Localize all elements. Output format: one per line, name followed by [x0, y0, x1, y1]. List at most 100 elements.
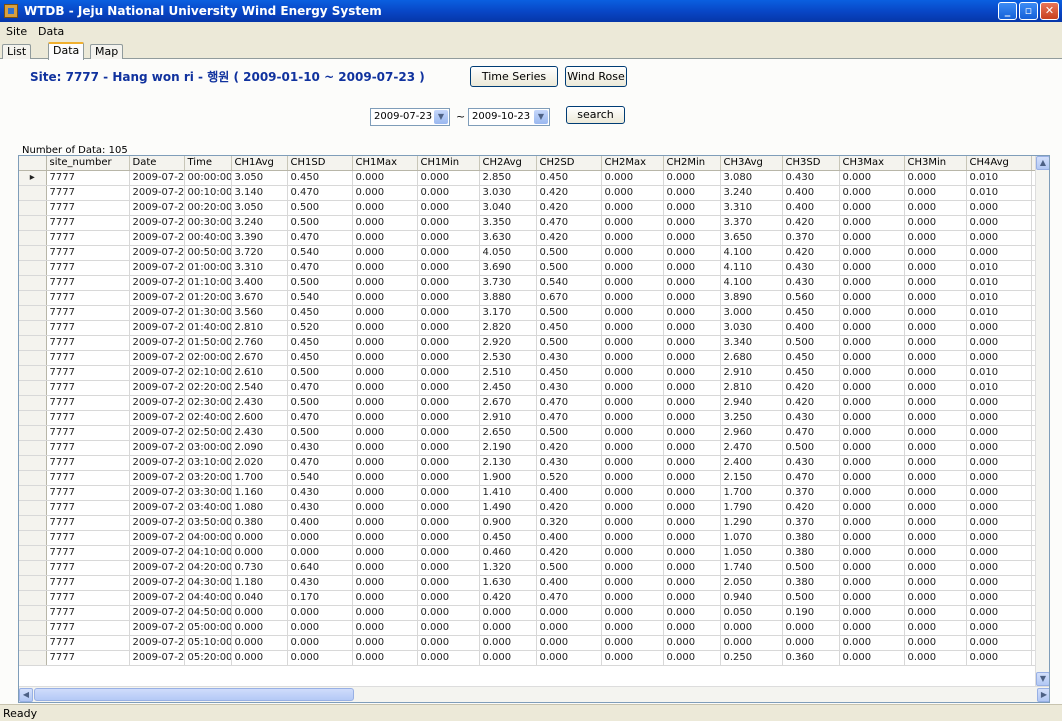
- table-cell[interactable]: 0.450: [287, 335, 353, 351]
- table-cell[interactable]: 0.190: [782, 605, 840, 621]
- table-cell[interactable]: 0.000: [231, 545, 288, 561]
- table-cell[interactable]: 0.500: [536, 245, 602, 261]
- table-cell[interactable]: 0.000: [966, 620, 1032, 636]
- table-cell[interactable]: 0.000: [904, 620, 967, 636]
- row-header[interactable]: [19, 650, 47, 666]
- table-cell[interactable]: 7777: [46, 605, 130, 621]
- table-cell[interactable]: 0.500: [782, 440, 840, 456]
- table-cell[interactable]: 0.500: [287, 365, 353, 381]
- table-cell[interactable]: 0.000: [352, 485, 418, 501]
- table-cell[interactable]: 1.180: [231, 575, 288, 591]
- table-cell[interactable]: 0.000: [536, 620, 602, 636]
- table-cell[interactable]: 0.000: [904, 290, 967, 306]
- table-cell[interactable]: 0.500: [287, 395, 353, 411]
- table-cell[interactable]: 7777: [46, 185, 130, 201]
- table-cell[interactable]: 2.150: [720, 470, 783, 486]
- table-cell[interactable]: 0.000: [663, 635, 721, 651]
- tab-list[interactable]: List: [2, 44, 32, 59]
- table-cell[interactable]: 0.000: [352, 635, 418, 651]
- table-cell[interactable]: 0.000: [966, 425, 1032, 441]
- table-cell[interactable]: 0.000: [663, 395, 721, 411]
- column-header[interactable]: CH4Avg: [966, 156, 1032, 171]
- table-cell[interactable]: 0.000: [417, 365, 480, 381]
- table-cell[interactable]: 3.050: [231, 200, 288, 216]
- table-row[interactable]: 77772009-07-2305:10:000.0000.0000.0000.0…: [19, 635, 1049, 651]
- table-cell[interactable]: 0.000: [966, 590, 1032, 606]
- table-cell[interactable]: 0.430: [287, 575, 353, 591]
- chevron-down-icon[interactable]: ▼: [534, 110, 548, 124]
- table-cell[interactable]: 0.430: [782, 260, 840, 276]
- table-cell[interactable]: 0.000: [663, 530, 721, 546]
- table-cell[interactable]: 01:40:00: [184, 320, 232, 336]
- table-cell[interactable]: 0.000: [904, 200, 967, 216]
- table-cell[interactable]: 2.530: [479, 350, 537, 366]
- table-cell[interactable]: 0.000: [352, 365, 418, 381]
- table-cell[interactable]: 0.000: [352, 440, 418, 456]
- row-header[interactable]: [19, 500, 47, 516]
- table-cell[interactable]: 0.000: [601, 350, 664, 366]
- table-cell[interactable]: 0.000: [601, 560, 664, 576]
- table-cell[interactable]: 0.000: [417, 530, 480, 546]
- row-header[interactable]: [19, 260, 47, 276]
- date-to-select[interactable]: 2009-10-23 ▼: [468, 108, 550, 126]
- table-cell[interactable]: 0.000: [352, 530, 418, 546]
- table-cell[interactable]: 0.000: [720, 635, 783, 651]
- table-cell[interactable]: 0.000: [601, 320, 664, 336]
- table-cell[interactable]: 02:00:00: [184, 350, 232, 366]
- table-cell[interactable]: 0.500: [536, 305, 602, 321]
- table-cell[interactable]: 0.000: [663, 440, 721, 456]
- table-cell[interactable]: 0.000: [231, 650, 288, 666]
- table-cell[interactable]: 0.430: [782, 410, 840, 426]
- table-cell[interactable]: 0.470: [536, 590, 602, 606]
- table-cell[interactable]: 7777: [46, 425, 130, 441]
- table-cell[interactable]: 0.000: [417, 425, 480, 441]
- table-cell[interactable]: 2009-07-23: [129, 425, 185, 441]
- table-cell[interactable]: 0.000: [287, 530, 353, 546]
- table-cell[interactable]: 0.000: [839, 425, 905, 441]
- table-cell[interactable]: 0.000: [417, 500, 480, 516]
- table-cell[interactable]: 0.500: [782, 335, 840, 351]
- table-cell[interactable]: 0.000: [663, 590, 721, 606]
- table-cell[interactable]: 3.720: [231, 245, 288, 261]
- table-cell[interactable]: 0.000: [839, 605, 905, 621]
- row-header[interactable]: [19, 245, 47, 261]
- table-cell[interactable]: 0.000: [966, 605, 1032, 621]
- table-cell[interactable]: 0.000: [663, 470, 721, 486]
- table-cell[interactable]: 0.450: [782, 365, 840, 381]
- table-cell[interactable]: 2009-07-23: [129, 560, 185, 576]
- table-cell[interactable]: 0.000: [663, 365, 721, 381]
- horizontal-scrollbar[interactable]: ◀ ▶: [19, 686, 1049, 702]
- table-cell[interactable]: 0.250: [720, 650, 783, 666]
- table-cell[interactable]: 0.000: [904, 170, 967, 186]
- table-cell[interactable]: 0.000: [663, 275, 721, 291]
- table-cell[interactable]: 3.080: [720, 170, 783, 186]
- row-header[interactable]: ▸: [19, 170, 47, 186]
- table-cell[interactable]: 2009-07-23: [129, 260, 185, 276]
- table-cell[interactable]: 0.000: [352, 410, 418, 426]
- table-cell[interactable]: 0.000: [663, 485, 721, 501]
- table-cell[interactable]: 0.000: [601, 290, 664, 306]
- table-cell[interactable]: 0.500: [782, 560, 840, 576]
- table-cell[interactable]: 0.000: [904, 500, 967, 516]
- table-cell[interactable]: 0.470: [782, 470, 840, 486]
- table-cell[interactable]: 0.000: [904, 470, 967, 486]
- table-cell[interactable]: 0.040: [231, 590, 288, 606]
- table-cell[interactable]: 0.000: [601, 275, 664, 291]
- table-cell[interactable]: 0.370: [782, 515, 840, 531]
- table-cell[interactable]: 0.430: [287, 440, 353, 456]
- table-cell[interactable]: 4.110: [720, 260, 783, 276]
- table-cell[interactable]: 0.000: [601, 365, 664, 381]
- table-cell[interactable]: 01:50:00: [184, 335, 232, 351]
- table-cell[interactable]: 0.000: [966, 455, 1032, 471]
- table-cell[interactable]: 0.000: [231, 635, 288, 651]
- table-cell[interactable]: 04:40:00: [184, 590, 232, 606]
- table-cell[interactable]: 0.320: [536, 515, 602, 531]
- table-cell[interactable]: 7777: [46, 170, 130, 186]
- row-header[interactable]: [19, 515, 47, 531]
- table-cell[interactable]: 3.310: [231, 260, 288, 276]
- table-row[interactable]: 77772009-07-2303:30:001.1600.4300.0000.0…: [19, 485, 1049, 501]
- table-cell[interactable]: 02:10:00: [184, 365, 232, 381]
- table-cell[interactable]: 0.470: [536, 395, 602, 411]
- table-cell[interactable]: 2009-07-23: [129, 605, 185, 621]
- table-cell[interactable]: 0.420: [479, 590, 537, 606]
